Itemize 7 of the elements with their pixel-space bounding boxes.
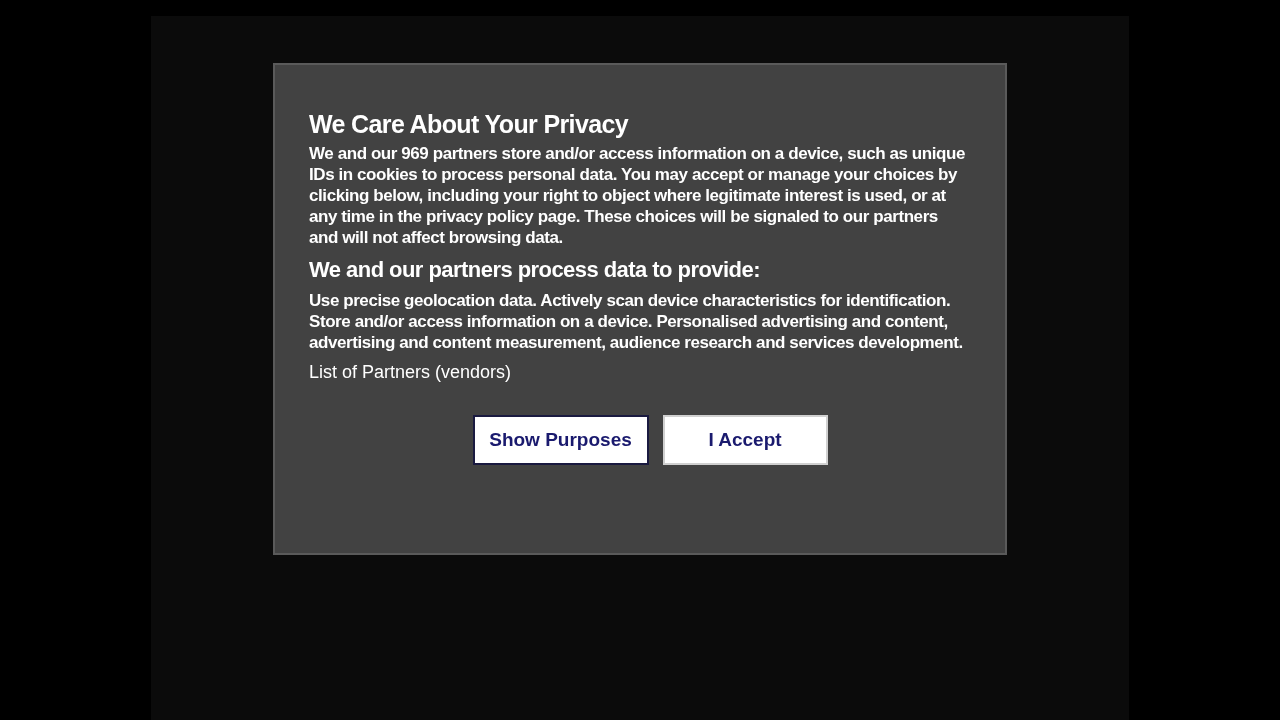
intro-paragraph: We and our 969 partners store and/or access information on a device, such as unique IDs in cookies to process personal data. You may accept or manage your choices by clicking below, including your right to object where legitimate interest is used, or at any time in the privacy policy page. These choices will be signaled to our partners and will not affect browsing data. bbox=[309, 143, 966, 248]
accept-button[interactable]: I Accept bbox=[662, 415, 828, 465]
section-heading: We and our partners process data to provide: bbox=[309, 256, 761, 284]
purposes-paragraph: Use precise geolocation data. Actively scan device characteristics for identification. Store and/or access information on a device. Personalised advertising and content, advertising and content measurement, audience research and services development. bbox=[309, 290, 964, 353]
show-purposes-button[interactable]: Show Purposes bbox=[472, 415, 649, 465]
dialog-title: We Care About Your Privacy bbox=[309, 109, 630, 139]
partners-link[interactable]: List of Partners (vendors) bbox=[309, 361, 512, 383]
